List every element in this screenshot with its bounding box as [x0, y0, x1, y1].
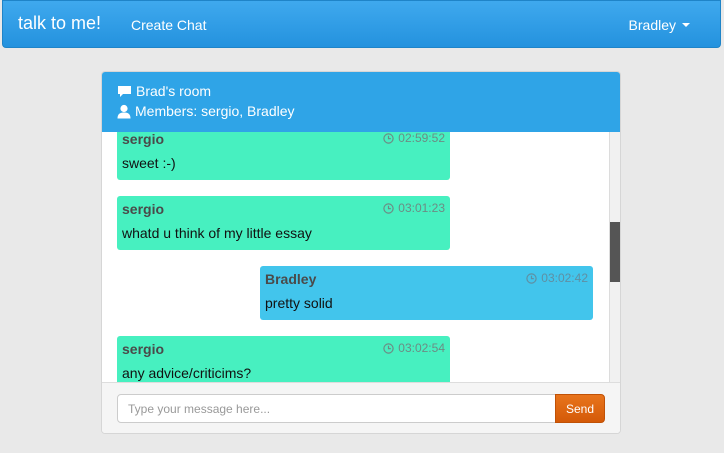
message-timestamp: 03:02:42: [526, 271, 588, 285]
message-time: 03:02:54: [398, 341, 445, 355]
brand-link[interactable]: talk to me!: [18, 13, 101, 34]
room-header: Brad's room Members: sergio, Bradley: [102, 72, 620, 132]
caret-down-icon: [682, 23, 690, 27]
message-timestamp: 03:02:54: [383, 341, 445, 355]
message-text: whatd u think of my little essay: [122, 225, 312, 241]
message-time: 03:02:42: [541, 271, 588, 285]
message-author: sergio: [122, 201, 165, 217]
message-input[interactable]: [117, 394, 556, 423]
clock-icon: [383, 202, 394, 214]
user-menu-toggle[interactable]: Bradley: [629, 17, 690, 33]
scrollbar-thumb[interactable]: [610, 222, 620, 282]
message-time: 03:01:23: [398, 201, 445, 215]
message-bubble: sergio 02:59:52 sweet :-): [117, 132, 450, 180]
composer: Send: [102, 382, 620, 433]
room-title: Brad's room: [136, 83, 212, 99]
message-author: Bradley: [265, 271, 317, 287]
comment-icon: [118, 85, 131, 97]
send-button[interactable]: Send: [555, 394, 605, 423]
message-timestamp: 03:01:23: [383, 201, 445, 215]
user-menu-label: Bradley: [628, 17, 676, 33]
message-list[interactable]: sergio 02:59:52 sweet :-) sergio 03:01:23 wha…: [102, 132, 620, 382]
message-bubble: sergio 03:01:23 whatd u think of my little…: [117, 196, 450, 250]
user-icon: [117, 104, 131, 118]
message-text: pretty solid: [265, 295, 333, 311]
message-bubble: sergio 03:02:54 any advice/criticims?: [117, 336, 450, 382]
message-text: any advice/criticims?: [122, 365, 252, 381]
message-author: sergio: [122, 341, 165, 357]
message-time: 02:59:52: [398, 132, 445, 145]
chat-panel: Brad's room Members: sergio, Bradley ser…: [101, 71, 621, 434]
clock-icon: [526, 272, 537, 284]
clock-icon: [383, 132, 394, 144]
create-chat-link[interactable]: Create Chat: [131, 17, 206, 33]
clock-icon: [383, 342, 394, 354]
message-bubble: Bradley 03:02:42 pretty solid: [260, 266, 593, 320]
message-timestamp: 02:59:52: [383, 132, 445, 145]
members-list: Members: sergio, Bradley: [135, 103, 295, 119]
room-title-row: Brad's room: [117, 83, 211, 99]
top-navbar: talk to me! Create Chat Bradley: [2, 0, 721, 48]
members-row: Members: sergio, Bradley: [117, 103, 295, 119]
message-scrollbar[interactable]: [609, 132, 620, 382]
message-text: sweet :-): [122, 155, 176, 171]
message-author: sergio: [122, 132, 165, 147]
